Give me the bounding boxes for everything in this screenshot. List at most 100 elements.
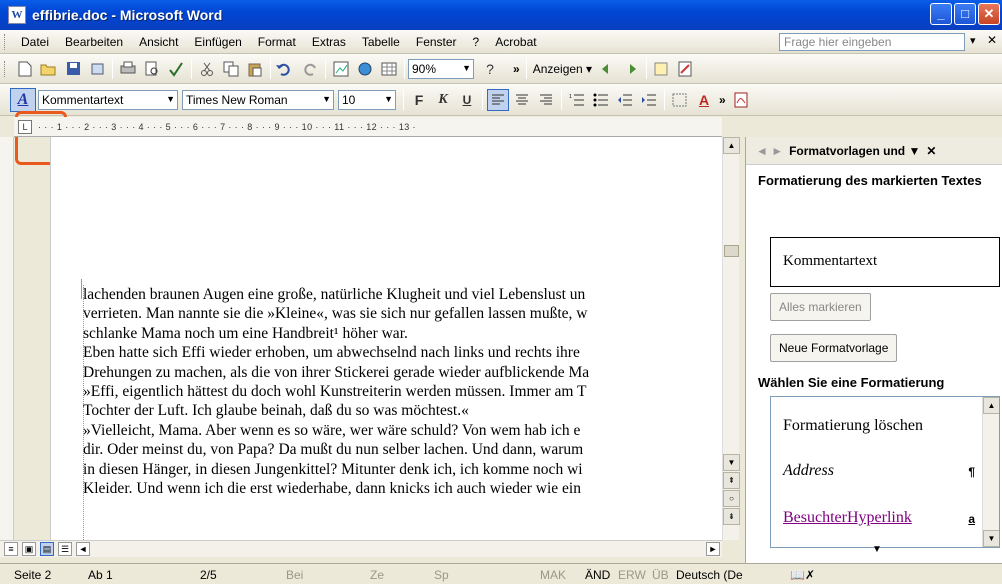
increase-indent-icon[interactable] bbox=[638, 89, 660, 111]
ask-dropdown-icon[interactable]: ▾ bbox=[970, 34, 976, 47]
pane-close-icon[interactable]: ✕ bbox=[926, 144, 936, 158]
pane-nav-icon[interactable]: ◄ ► bbox=[756, 144, 783, 158]
cut-icon[interactable] bbox=[196, 58, 218, 80]
redo-icon[interactable] bbox=[299, 58, 321, 80]
align-right-icon[interactable] bbox=[535, 89, 557, 111]
permission-icon[interactable] bbox=[86, 58, 108, 80]
align-left-icon[interactable] bbox=[487, 88, 509, 111]
ask-question-input[interactable]: Frage hier eingeben bbox=[779, 33, 965, 51]
menu-ansicht[interactable]: Ansicht bbox=[131, 35, 186, 49]
menu-tabelle[interactable]: Tabelle bbox=[354, 35, 408, 49]
open-folder-icon[interactable] bbox=[38, 58, 60, 80]
print-layout-icon[interactable]: ▤ bbox=[40, 542, 54, 556]
decrease-indent-icon[interactable] bbox=[614, 89, 636, 111]
spelling-icon[interactable] bbox=[165, 58, 187, 80]
print-icon[interactable] bbox=[117, 58, 139, 80]
vertical-scrollbar[interactable]: ▲ ▼ ⇞ ○ ⇟ bbox=[722, 137, 740, 540]
menu-einfuegen[interactable]: Einfügen bbox=[186, 35, 249, 49]
pane-title[interactable]: Formatvorlagen und ▼ bbox=[789, 144, 920, 158]
insert-chart-icon[interactable] bbox=[330, 58, 352, 80]
scroll-up-icon[interactable]: ▲ bbox=[723, 137, 740, 154]
toolbar-overflow-button[interactable]: » bbox=[716, 93, 729, 107]
bold-button[interactable]: F bbox=[408, 89, 430, 111]
save-icon[interactable] bbox=[62, 58, 84, 80]
previous-change-icon[interactable] bbox=[596, 58, 618, 80]
undo-icon[interactable] bbox=[275, 58, 297, 80]
toolbar-grip[interactable] bbox=[4, 60, 7, 77]
spelling-status-icon[interactable]: 📖✗ bbox=[790, 568, 815, 582]
menu-datei[interactable]: Datei bbox=[13, 35, 57, 49]
italic-button[interactable]: K bbox=[432, 89, 454, 111]
word-app-icon[interactable]: W bbox=[8, 6, 26, 24]
next-change-icon[interactable] bbox=[620, 58, 642, 80]
scroll-thumb[interactable] bbox=[724, 245, 739, 257]
menu-grip[interactable] bbox=[4, 33, 7, 50]
style-item-visited-hyperlink[interactable]: BesuchterHyperlink bbox=[783, 509, 912, 527]
insert-table-icon[interactable] bbox=[378, 58, 400, 80]
horizontal-scrollbar[interactable]: ≡ ▣ ▤ ☰ ◄ ► bbox=[0, 540, 722, 557]
status-overtype[interactable]: ÜB bbox=[652, 568, 669, 582]
bullets-icon[interactable] bbox=[590, 89, 612, 111]
select-all-button[interactable]: Alles markieren bbox=[770, 293, 871, 321]
toolbar-overflow-button[interactable]: » bbox=[510, 62, 523, 76]
minimize-button[interactable]: _ bbox=[930, 3, 952, 25]
pane-scroll-down-icon[interactable]: ▼ bbox=[872, 544, 882, 555]
font-color-icon[interactable]: A bbox=[693, 89, 715, 111]
status-track-changes[interactable]: ÄND bbox=[585, 568, 610, 582]
browse-object-icon[interactable]: ○ bbox=[723, 490, 740, 507]
scroll-left-icon[interactable]: ◄ bbox=[76, 542, 90, 556]
borders-icon[interactable] bbox=[669, 89, 691, 111]
previous-page-icon[interactable]: ⇞ bbox=[723, 472, 740, 489]
status-language[interactable]: Deutsch (De bbox=[676, 568, 743, 582]
accept-change-icon[interactable] bbox=[651, 58, 673, 80]
style-item-clear[interactable]: Formatierung löschen bbox=[783, 417, 923, 435]
outline-view-icon[interactable]: ☰ bbox=[58, 542, 72, 556]
pdf-icon[interactable] bbox=[730, 89, 752, 111]
close-button[interactable]: ✕ bbox=[978, 3, 1000, 25]
zoom-select[interactable]: 90% ▼ bbox=[408, 58, 474, 79]
help-icon[interactable]: ? bbox=[479, 58, 501, 80]
scroll-up-icon[interactable]: ▲ bbox=[983, 397, 999, 414]
font-select[interactable]: Times New Roman ▼ bbox=[182, 89, 334, 110]
scroll-down-icon[interactable]: ▼ bbox=[723, 454, 740, 471]
maximize-button[interactable]: □ bbox=[954, 3, 976, 25]
menu-extras[interactable]: Extras bbox=[304, 35, 354, 49]
track-changes-icon[interactable] bbox=[675, 58, 697, 80]
align-center-icon[interactable] bbox=[511, 89, 533, 111]
current-style-box[interactable]: Kommentartext bbox=[770, 237, 1000, 287]
numbering-icon[interactable]: 1 bbox=[566, 89, 588, 111]
status-macro-record[interactable]: MAK bbox=[540, 568, 566, 582]
show-markup-dropdown[interactable]: Anzeigen ▾ bbox=[530, 62, 595, 76]
document-page[interactable]: lachenden braunen Augen eine große, natü… bbox=[50, 137, 722, 540]
document-text[interactable]: lachenden braunen Augen eine große, natü… bbox=[83, 285, 722, 498]
style-list[interactable]: Formatierung löschen Address ¶ Besuchter… bbox=[770, 396, 1000, 548]
style-item-address[interactable]: Address bbox=[783, 462, 834, 480]
new-document-icon[interactable] bbox=[14, 58, 36, 80]
scroll-down-icon[interactable]: ▼ bbox=[983, 530, 999, 547]
status-line: Ze bbox=[370, 568, 385, 582]
horizontal-ruler[interactable]: L · · · 1 · · · 2 · · · 3 · · · 4 · · · … bbox=[14, 117, 722, 137]
status-extend[interactable]: ERW bbox=[618, 568, 646, 582]
tab-selector[interactable]: L bbox=[18, 119, 32, 134]
style-list-scrollbar[interactable]: ▲ ▼ bbox=[982, 397, 999, 547]
copy-icon[interactable] bbox=[220, 58, 242, 80]
menu-acrobat[interactable]: Acrobat bbox=[487, 35, 544, 49]
toolbar-separator bbox=[664, 89, 665, 110]
font-size-select[interactable]: 10 ▼ bbox=[338, 89, 396, 110]
next-page-icon[interactable]: ⇟ bbox=[723, 508, 740, 525]
style-select[interactable]: Kommentartext ▼ bbox=[38, 89, 178, 110]
menu-format[interactable]: Format bbox=[250, 35, 304, 49]
menu-bearbeiten[interactable]: Bearbeiten bbox=[57, 35, 131, 49]
menu-help[interactable]: ? bbox=[465, 35, 488, 49]
web-view-icon[interactable]: ▣ bbox=[22, 542, 36, 556]
normal-view-icon[interactable]: ≡ bbox=[4, 542, 18, 556]
scroll-right-icon[interactable]: ► bbox=[706, 542, 720, 556]
new-style-button[interactable]: Neue Formatvorlage bbox=[770, 334, 898, 362]
menu-fenster[interactable]: Fenster bbox=[408, 35, 465, 49]
styles-and-formatting-icon[interactable]: A bbox=[10, 87, 36, 112]
close-document-icon[interactable]: ✕ bbox=[987, 33, 997, 47]
paste-icon[interactable] bbox=[244, 58, 266, 80]
print-preview-icon[interactable] bbox=[141, 58, 163, 80]
underline-button[interactable]: U bbox=[456, 89, 478, 111]
web-toolbar-icon[interactable] bbox=[354, 58, 376, 80]
